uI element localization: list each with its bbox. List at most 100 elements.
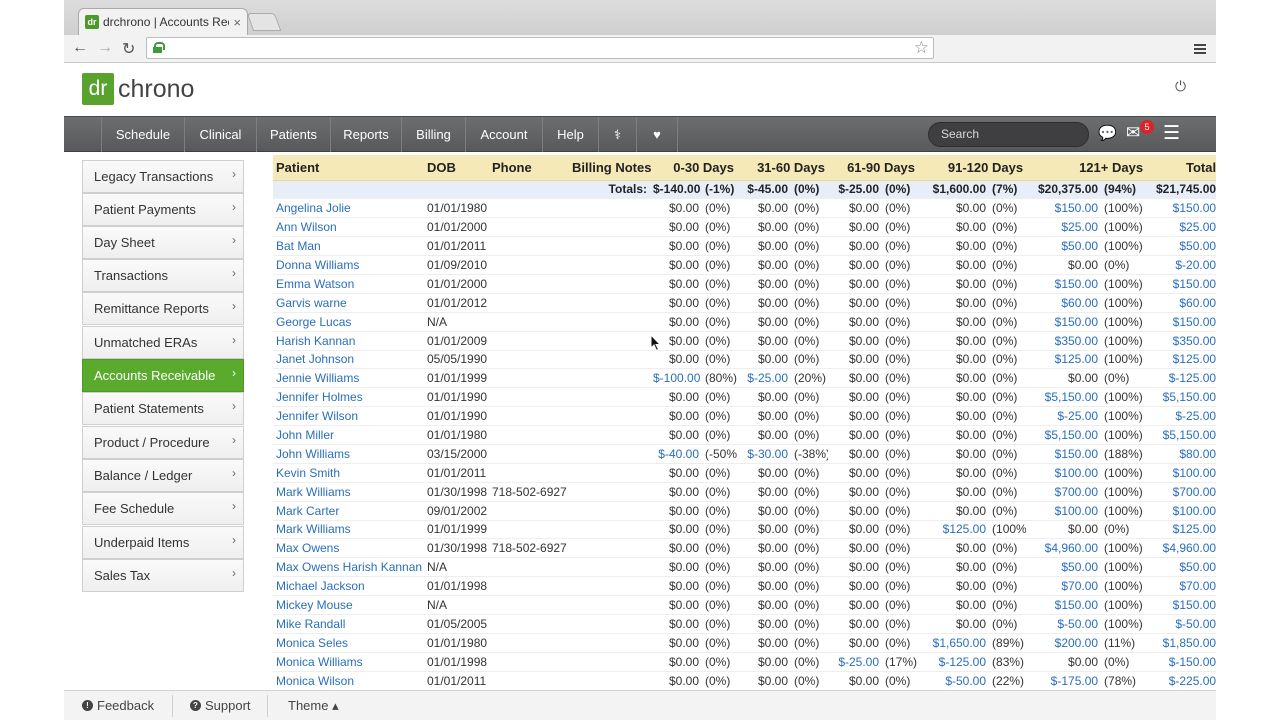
sidebar-item-sales-tax[interactable]: Sales Tax › [82, 559, 244, 592]
patient-name-link[interactable]: George Lucas [273, 312, 424, 332]
row-total-link[interactable]: $150.00 [1146, 274, 1216, 294]
patient-name-link[interactable]: Monica Wilson [273, 671, 424, 691]
nav-clinical[interactable]: Clinical [184, 117, 256, 152]
row-total-link[interactable]: $700.00 [1146, 482, 1216, 502]
col-0-30-days[interactable]: 0-30 Days [650, 155, 737, 181]
chat-icon[interactable]: 💬 [1098, 124, 1117, 142]
browser-menu-icon[interactable] [1194, 44, 1206, 54]
row-total-link[interactable]: $100.00 [1146, 501, 1216, 521]
nav-help[interactable]: Help [542, 117, 598, 152]
aging-amount-link[interactable]: $5,150.00 [1026, 425, 1102, 445]
col-total[interactable]: Total [1146, 155, 1216, 181]
aging-amount-link[interactable]: $-40.00 [650, 444, 702, 464]
row-total-link[interactable]: $80.00 [1146, 444, 1216, 464]
aging-amount-link[interactable]: $125.00 [1026, 350, 1102, 370]
reload-icon[interactable]: ↻ [122, 39, 135, 59]
row-total-link[interactable]: $5,150.00 [1146, 387, 1216, 408]
row-total-link[interactable]: $150.00 [1146, 198, 1216, 219]
aging-amount-link[interactable]: $-25.00 [737, 368, 791, 389]
row-total-link[interactable]: $5,150.00 [1146, 425, 1216, 445]
sidebar-item-unmatched-eras[interactable]: Unmatched ERAs › [82, 326, 244, 359]
col-61-90-days[interactable]: 61-90 Days [828, 155, 919, 181]
row-total-link[interactable]: $-225.00 [1146, 671, 1216, 691]
menu-icon[interactable]: ☰ [1163, 122, 1180, 145]
sidebar-item-balance-ledger[interactable]: Balance / Ledger › [82, 459, 244, 492]
col-121-plus-days[interactable]: 121+ Days [1026, 155, 1147, 181]
patient-name-link[interactable]: Mark Williams [273, 520, 424, 540]
patient-name-link[interactable]: Monica Seles [273, 633, 424, 653]
patient-name-link[interactable]: Jennie Williams [273, 368, 424, 389]
aging-amount-link[interactable]: $-50.00 [1026, 614, 1102, 634]
row-total-link[interactable]: $350.00 [1146, 331, 1216, 351]
address-bar[interactable]: ☆ [146, 37, 934, 59]
row-total-link[interactable]: $4,960.00 [1146, 538, 1216, 559]
patient-name-link[interactable]: Angelina Jolie [273, 198, 424, 219]
aging-amount-link[interactable]: $150.00 [1026, 444, 1102, 464]
mail-icon[interactable]: ✉ [1126, 123, 1140, 143]
patient-name-link[interactable]: Ann Wilson [273, 217, 424, 238]
patient-name-link[interactable]: Janet Johnson [273, 350, 424, 370]
patient-name-link[interactable]: Jennifer Holmes [273, 387, 424, 408]
aging-amount-link[interactable]: $1,650.00 [918, 633, 990, 653]
bookmark-star-icon[interactable]: ☆ [914, 38, 929, 58]
row-total-link[interactable]: $1,850.00 [1146, 633, 1216, 653]
aging-amount-link[interactable]: $-30.00 [737, 444, 791, 464]
patient-name-link[interactable]: Kevin Smith [273, 463, 424, 483]
aging-amount-link[interactable]: $-50.00 [918, 671, 990, 691]
nav-billing[interactable]: Billing [401, 117, 465, 152]
new-tab-button[interactable] [246, 13, 282, 31]
aging-amount-link[interactable]: $50.00 [1026, 236, 1102, 257]
patient-name-link[interactable]: Max Owens Harish Kannan [273, 557, 424, 578]
sidebar-item-remittance-reports[interactable]: Remittance Reports › [82, 292, 244, 325]
col-91-120-days[interactable]: 91-120 Days [918, 155, 1027, 181]
sidebar-item-accounts-receivable[interactable]: Accounts Receivable › [82, 359, 244, 392]
aging-amount-link[interactable]: $150.00 [1026, 595, 1102, 615]
row-total-link[interactable]: $60.00 [1146, 293, 1216, 313]
row-total-link[interactable]: $-25.00 [1146, 406, 1216, 427]
patient-name-link[interactable]: Mark Carter [273, 501, 424, 521]
aging-amount-link[interactable]: $5,150.00 [1026, 387, 1102, 408]
col-phone[interactable]: Phone [489, 155, 569, 181]
nav-reports[interactable]: Reports [330, 117, 401, 152]
row-total-link[interactable]: $150.00 [1146, 312, 1216, 332]
row-total-link[interactable]: $125.00 [1146, 520, 1216, 540]
aging-amount-link[interactable]: $-25.00 [828, 652, 883, 672]
sidebar-item-legacy-transactions[interactable]: Legacy Transactions › [82, 160, 244, 193]
caduceus-icon[interactable]: ⚕ [598, 117, 636, 152]
patient-name-link[interactable]: Harish Kannan [273, 331, 424, 351]
row-total-link[interactable]: $50.00 [1146, 557, 1216, 578]
row-total-link[interactable]: $150.00 [1146, 595, 1216, 615]
power-icon[interactable]: ⏻ [1175, 78, 1186, 95]
row-total-link[interactable]: $-150.00 [1146, 652, 1216, 672]
aging-amount-link[interactable]: $4,960.00 [1026, 538, 1102, 559]
patient-name-link[interactable]: Mark Williams [273, 482, 424, 502]
row-total-link[interactable]: $-20.00 [1146, 255, 1216, 275]
drchrono-logo[interactable]: dr chrono [82, 73, 194, 105]
nav-account[interactable]: Account [465, 117, 542, 152]
aging-amount-link[interactable]: $60.00 [1026, 293, 1102, 313]
nav-schedule[interactable]: Schedule [101, 117, 184, 152]
aging-amount-link[interactable]: $350.00 [1026, 331, 1102, 351]
aging-amount-link[interactable]: $50.00 [1026, 557, 1102, 578]
search-input[interactable]: Search [928, 122, 1089, 147]
row-total-link[interactable]: $25.00 [1146, 217, 1216, 238]
sidebar-item-transactions[interactable]: Transactions › [82, 259, 244, 292]
patient-name-link[interactable]: Max Owens [273, 538, 424, 559]
feedback-link[interactable]: ! Feedback [82, 698, 154, 713]
col-31-60-days[interactable]: 31-60 Days [737, 155, 829, 181]
sidebar-item-day-sheet[interactable]: Day Sheet › [82, 226, 244, 259]
patient-name-link[interactable]: Michael Jackson [273, 576, 424, 597]
row-total-link[interactable]: $125.00 [1146, 350, 1216, 370]
sidebar-item-product-procedure[interactable]: Product / Procedure › [82, 426, 244, 459]
close-tab-icon[interactable]: × [233, 15, 241, 30]
browser-tab[interactable]: dr drchrono | Accounts Rece × [78, 8, 248, 35]
patient-name-link[interactable]: John Miller [273, 425, 424, 445]
back-icon[interactable]: ← [72, 39, 88, 57]
col-patient[interactable]: Patient [273, 155, 424, 181]
aging-amount-link[interactable]: $150.00 [1026, 274, 1102, 294]
row-total-link[interactable]: $100.00 [1146, 463, 1216, 483]
row-total-link[interactable]: $50.00 [1146, 236, 1216, 257]
support-link[interactable]: ? Support [190, 698, 251, 713]
aging-amount-link[interactable]: $100.00 [1026, 501, 1102, 521]
sidebar-item-underpaid-items[interactable]: Underpaid Items › [82, 526, 244, 559]
